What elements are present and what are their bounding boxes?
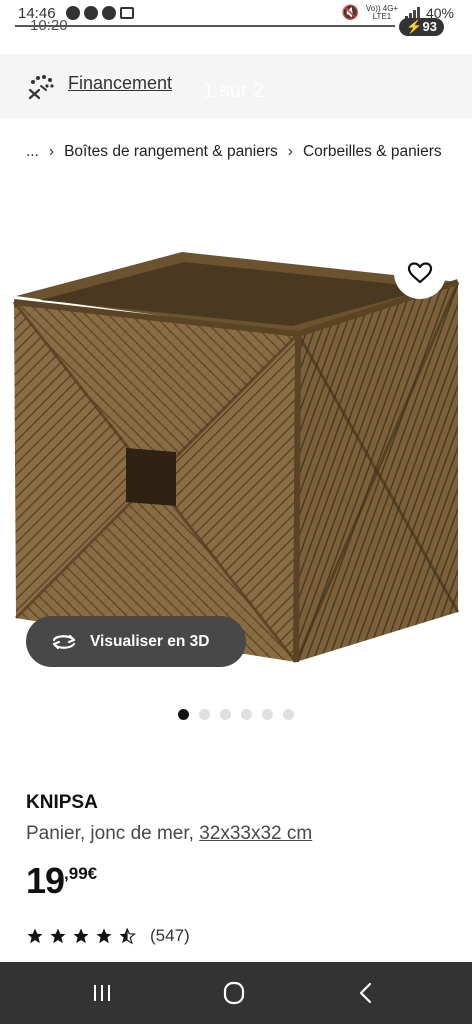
finance-sparkle-icon — [28, 75, 54, 100]
product-name: KNIPSA — [26, 792, 98, 813]
android-nav-bar — [0, 962, 472, 1024]
view-3d-button[interactable]: Visualiser en 3D — [26, 616, 246, 667]
recent-apps-button[interactable] — [82, 976, 122, 1010]
gallery-dot[interactable] — [262, 709, 273, 720]
breadcrumb-item-baskets[interactable]: Corbeilles & paniers — [303, 143, 442, 160]
product-description-text: Panier, jonc de mer, — [26, 823, 194, 844]
heart-icon — [407, 262, 433, 284]
recent-apps-icon — [94, 985, 110, 1001]
home-icon — [223, 981, 245, 1005]
seagrass-basket-image[interactable] — [0, 230, 472, 680]
status-divider — [15, 25, 395, 27]
rating-stars — [26, 927, 136, 945]
chevron-right-icon: › — [287, 143, 293, 160]
gallery-icon — [120, 7, 134, 19]
star-icon — [50, 928, 66, 944]
gallery-dot[interactable] — [178, 709, 189, 720]
star-icon — [27, 928, 43, 944]
product-dimensions-link[interactable]: 32x33x32 cm — [199, 823, 312, 844]
price-decimal: ,99€ — [64, 864, 98, 883]
star-icon — [96, 928, 112, 944]
gallery-pagination — [178, 709, 294, 720]
product-description: Panier, jonc de mer, 32x33x32 cm — [26, 823, 312, 845]
financement-link[interactable]: Financement — [68, 73, 172, 94]
star-icon — [73, 928, 89, 944]
messenger-icon — [84, 6, 98, 20]
finance-banner: Financement 1 sur 2 — [0, 54, 472, 118]
notification-icons — [66, 6, 134, 20]
breadcrumb-item-storage-boxes[interactable]: Boîtes de rangement & paniers — [64, 143, 278, 160]
carousel-counter: 1 sur 2 — [203, 80, 265, 102]
price-integer: 19 — [26, 860, 65, 901]
alarm-icon — [102, 6, 116, 20]
rotate-3d-icon — [52, 634, 76, 649]
network-label: Vo)) 4G+ LTE1 — [365, 3, 399, 21]
chevron-right-icon: › — [48, 143, 55, 160]
product-price: 19,99€ — [26, 860, 97, 902]
battery-badge: ⚡93 — [399, 18, 444, 36]
favorite-button[interactable] — [394, 247, 446, 299]
gallery-dot[interactable] — [199, 709, 210, 720]
review-count: (547) — [150, 926, 190, 945]
gallery-dot[interactable] — [220, 709, 231, 720]
gallery-dot[interactable] — [241, 709, 252, 720]
breadcrumb: ... › Boîtes de rangement & paniers › Corbei… — [26, 137, 446, 166]
messenger-icon — [66, 6, 80, 20]
mute-icon: 🔇 — [341, 4, 359, 20]
battery-badge-value: 93 — [422, 19, 437, 34]
breadcrumb-ellipsis[interactable]: ... — [26, 143, 39, 160]
back-arrow-icon — [359, 982, 372, 1004]
back-button[interactable] — [346, 976, 386, 1010]
product-rating[interactable]: (547) — [26, 926, 190, 946]
view-3d-label: Visualiser en 3D — [90, 632, 210, 650]
gallery-dot[interactable] — [283, 709, 294, 720]
half-star-icon — [119, 928, 136, 945]
status-bar: 14:46 10:20 🔇 Vo)) 4G+ LTE1 40% ⚡93 — [0, 0, 472, 40]
home-button[interactable] — [214, 976, 254, 1010]
